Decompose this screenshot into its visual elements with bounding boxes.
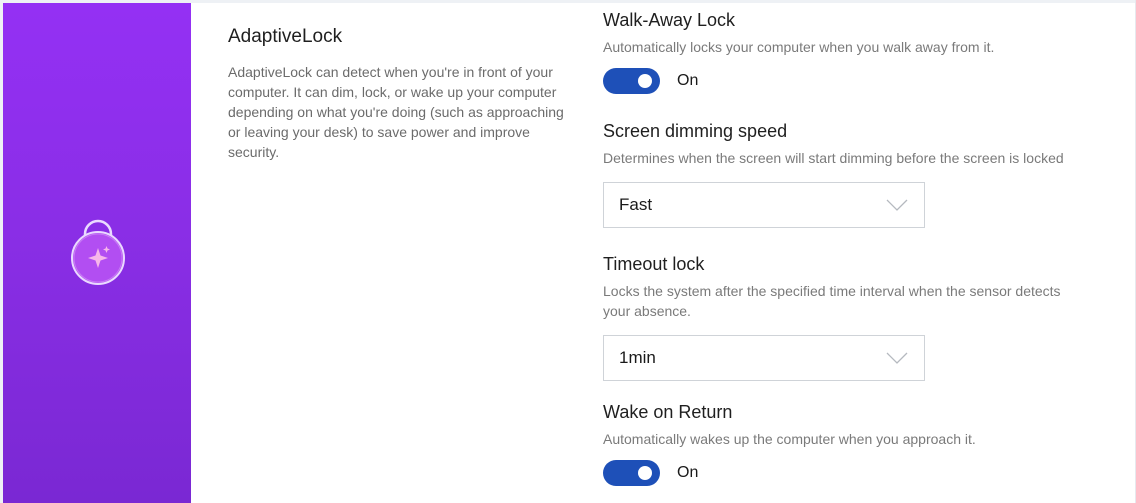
feature-description: AdaptiveLock can detect when you're in f… <box>228 64 564 160</box>
toggle-knob <box>638 466 652 480</box>
padlock-sparkle-icon <box>71 219 125 285</box>
timeout-lock-dropdown[interactable]: 1min <box>603 335 925 381</box>
wake-on-return-description: Automatically wakes up the computer when… <box>603 431 976 447</box>
chevron-down-icon <box>886 199 908 211</box>
feature-banner <box>3 3 191 503</box>
walk-away-lock-title: Walk-Away Lock <box>603 10 736 30</box>
toggle-knob <box>638 74 652 88</box>
walk-away-lock-description: Automatically locks your computer when y… <box>603 39 995 55</box>
walk-away-lock-setting: Walk-Away Lock Automatically locks your … <box>603 9 994 94</box>
walk-away-lock-toggle-row: On <box>603 68 994 94</box>
wake-on-return-toggle-row: On <box>603 460 976 486</box>
wake-on-return-state-label: On <box>677 464 699 481</box>
wake-on-return-toggle[interactable] <box>603 460 660 486</box>
feature-title: AdaptiveLock <box>228 26 343 47</box>
walk-away-lock-state-label: On <box>677 72 699 89</box>
timeout-lock-selected-value: 1min <box>619 348 656 367</box>
screen-dimming-selected-value: Fast <box>619 195 653 214</box>
timeout-lock-title: Timeout lock <box>603 254 705 274</box>
timeout-lock-setting: Timeout lock Locks the system after the … <box>603 253 1068 381</box>
wake-on-return-title: Wake on Return <box>603 402 733 422</box>
screen-dimming-description: Determines when the screen will start di… <box>603 150 1064 166</box>
timeout-lock-description: Locks the system after the specified tim… <box>603 283 1061 319</box>
screen-dimming-title: Screen dimming speed <box>603 121 788 141</box>
chevron-down-icon <box>886 352 908 364</box>
screen-dimming-setting: Screen dimming speed Determines when the… <box>603 120 1068 228</box>
screen-dimming-dropdown[interactable]: Fast <box>603 182 925 228</box>
feature-intro: AdaptiveLock AdaptiveLock can detect whe… <box>228 26 573 162</box>
wake-on-return-setting: Wake on Return Automatically wakes up th… <box>603 401 976 486</box>
walk-away-lock-toggle[interactable] <box>603 68 660 94</box>
